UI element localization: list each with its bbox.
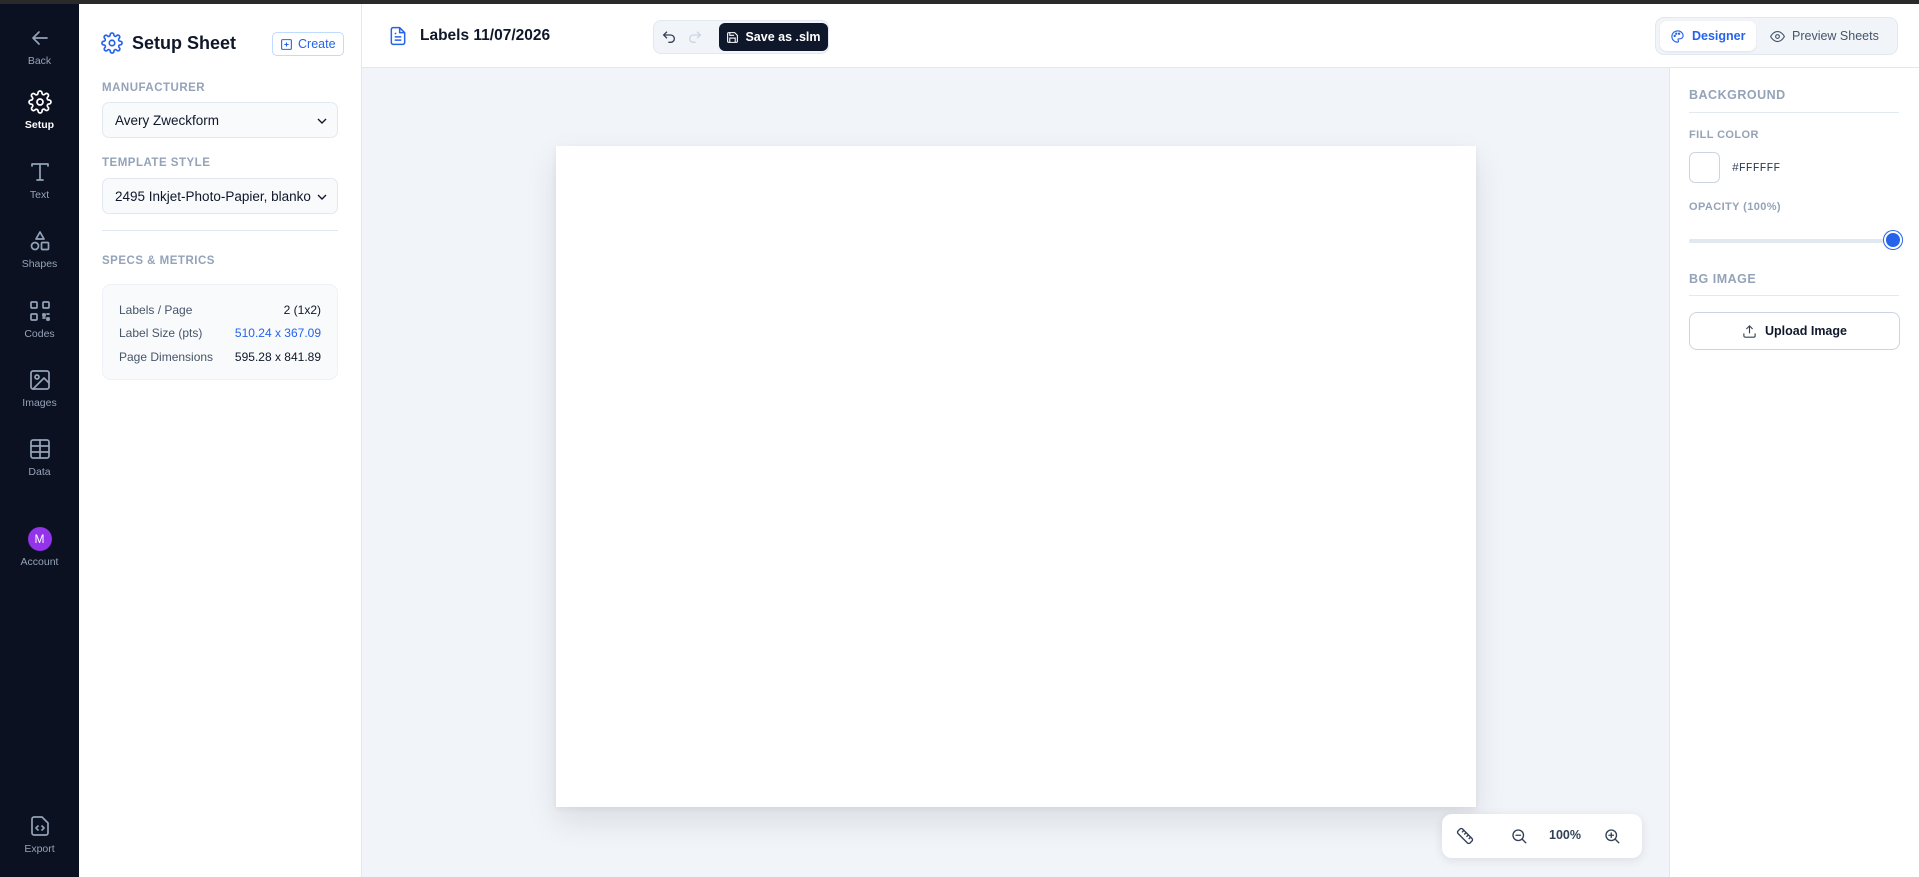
panel-header: Setup Sheet: [101, 32, 236, 54]
nav-account-label: Account: [20, 556, 59, 568]
template-select[interactable]: 2495 Inkjet-Photo-Papier, blanko: [102, 178, 338, 214]
nav-codes[interactable]: Codes: [0, 299, 79, 357]
label-sheet[interactable]: [556, 146, 1476, 807]
top-bar: Labels 11/07/2026 Save as .slm Designer …: [362, 4, 1919, 68]
spec-key: Page Dimensions: [119, 349, 214, 364]
zoom-toolbar: 100%: [1442, 814, 1642, 858]
nav-codes-label: Codes: [24, 328, 55, 340]
upload-image-label: Upload Image: [1765, 324, 1847, 338]
history-toolbar: Save as .slm: [653, 20, 829, 54]
save-button-label: Save as .slm: [745, 30, 821, 44]
zoom-out-icon[interactable]: [1510, 827, 1528, 845]
tab-preview-sheets[interactable]: Preview Sheets: [1760, 21, 1889, 51]
nav-account[interactable]: M Account: [0, 527, 79, 585]
bg-image-heading: BG IMAGE: [1689, 272, 1757, 286]
nav-export[interactable]: Export: [0, 814, 79, 872]
plus-square-icon: [281, 38, 292, 50]
create-button-label: Create: [298, 37, 336, 51]
nav-back-label: Back: [27, 55, 52, 67]
zoom-level: 100%: [1549, 828, 1581, 842]
document-icon: [390, 26, 406, 46]
chevron-down-icon: [317, 194, 327, 200]
spec-row: Page Dimensions 595.28 x 841.89: [119, 345, 321, 369]
panel-title: Setup Sheet: [132, 32, 237, 53]
upload-icon: [1743, 324, 1756, 338]
tab-designer[interactable]: Designer: [1660, 21, 1756, 51]
save-button[interactable]: Save as .slm: [719, 23, 828, 51]
tab-preview-label: Preview Sheets: [1792, 29, 1879, 43]
setup-panel: Setup Sheet Create MANUFACTURER Avery Zw…: [79, 4, 362, 877]
canvas-area[interactable]: 100%: [362, 68, 1669, 877]
section-divider: [1689, 295, 1899, 296]
specs-card: Labels / Page 2 (1x2) Label Size (pts) 5…: [102, 284, 338, 380]
gear-icon: [101, 32, 123, 54]
tool-rail: Back Setup Text Shapes Codes Images Data…: [0, 4, 79, 877]
opacity-label: OPACITY (100%): [1689, 201, 1781, 213]
manufacturer-select[interactable]: Avery Zweckform: [102, 102, 338, 138]
nav-text[interactable]: Text: [0, 160, 79, 218]
ruler-icon[interactable]: [1456, 827, 1474, 845]
manufacturer-label: MANUFACTURER: [102, 82, 206, 94]
fill-color-hex[interactable]: #FFFFFF: [1732, 162, 1780, 175]
redo-icon[interactable]: [687, 29, 703, 45]
save-icon: [727, 31, 739, 43]
template-value: 2495 Inkjet-Photo-Papier, blanko: [115, 188, 311, 204]
tab-designer-label: Designer: [1692, 29, 1746, 43]
nav-shapes-label: Shapes: [21, 258, 58, 270]
section-divider: [1689, 112, 1899, 113]
nav-images[interactable]: Images: [0, 368, 79, 426]
qr-code-icon: [29, 301, 50, 321]
nav-text-label: Text: [29, 189, 50, 201]
panel-divider: [102, 230, 338, 231]
fill-color-swatch[interactable]: [1689, 152, 1720, 183]
image-icon: [29, 370, 50, 390]
code-file-icon: [30, 816, 49, 836]
nav-back[interactable]: Back: [0, 26, 79, 84]
upload-image-button[interactable]: Upload Image: [1689, 312, 1900, 350]
undo-icon[interactable]: [661, 29, 677, 45]
shapes-icon: [30, 231, 49, 251]
fill-color-label: FILL COLOR: [1689, 129, 1759, 141]
nav-shapes[interactable]: Shapes: [0, 229, 79, 287]
mode-toggle: Designer Preview Sheets: [1655, 17, 1898, 55]
gear-icon: [27, 90, 52, 114]
zoom-in-icon[interactable]: [1603, 827, 1621, 845]
palette-icon: [1671, 29, 1684, 43]
background-heading: BACKGROUND: [1689, 88, 1786, 102]
spec-key: Labels / Page: [119, 302, 193, 317]
create-button[interactable]: Create: [272, 32, 344, 56]
spec-row: Label Size (pts) 510.24 x 367.09: [119, 322, 321, 346]
nav-images-label: Images: [22, 397, 57, 409]
nav-setup[interactable]: Setup: [0, 90, 79, 148]
opacity-slider-track[interactable]: [1689, 239, 1889, 243]
manufacturer-value: Avery Zweckform: [115, 112, 220, 128]
table-icon: [29, 439, 50, 459]
properties-panel: BACKGROUND FILL COLOR #FFFFFF OPACITY (1…: [1669, 68, 1919, 877]
arrow-left-icon: [31, 31, 48, 45]
eye-icon: [1770, 30, 1785, 42]
avatar: M: [27, 527, 52, 551]
spec-key: Label Size (pts): [119, 326, 203, 341]
spec-row: Labels / Page 2 (1x2): [119, 298, 321, 322]
nav-export-label: Export: [24, 843, 55, 855]
spec-value: 510.24 x 367.09: [234, 326, 321, 341]
nav-data[interactable]: Data: [0, 437, 79, 495]
document-title: Labels 11/07/2026: [420, 27, 551, 44]
specs-label: SPECS & METRICS: [102, 255, 215, 267]
spec-value: 595.28 x 841.89: [234, 349, 321, 364]
opacity-slider-thumb[interactable]: [1884, 231, 1902, 249]
nav-setup-label: Setup: [24, 119, 55, 131]
chevron-down-icon: [317, 118, 327, 124]
spec-value: 2 (1x2): [283, 302, 321, 317]
text-icon: [30, 163, 49, 181]
nav-data-label: Data: [28, 466, 51, 478]
template-label: TEMPLATE STYLE: [102, 157, 211, 169]
